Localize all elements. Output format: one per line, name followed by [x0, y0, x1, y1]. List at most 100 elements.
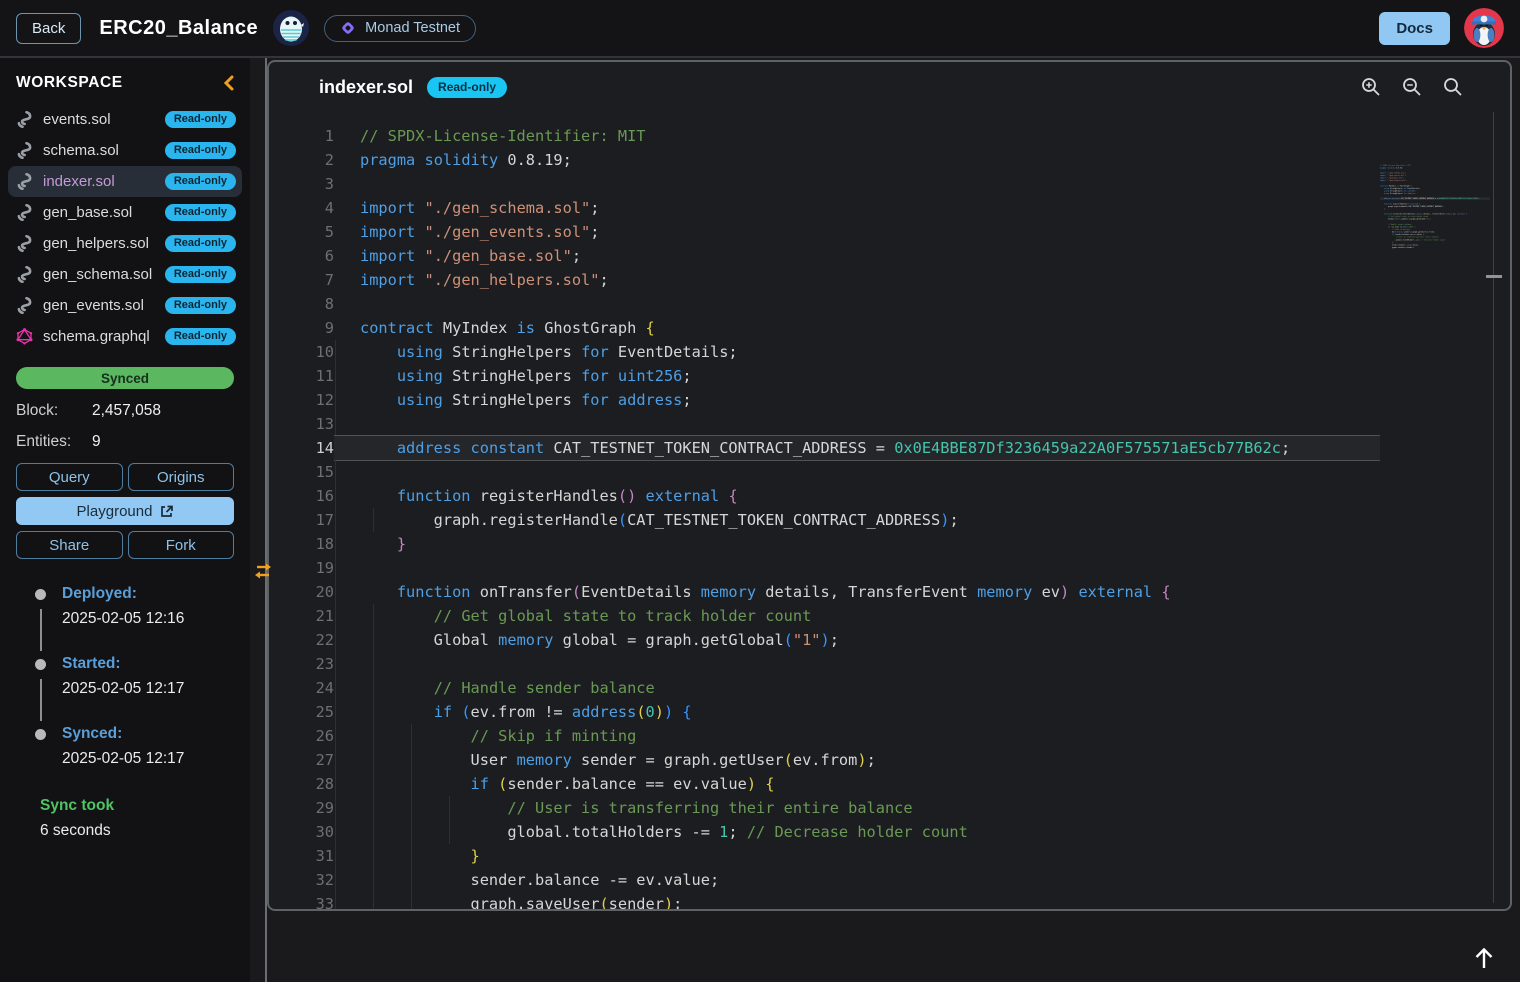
code-line: 7import "./gen_helpers.sol";: [269, 268, 1510, 292]
line-number: 2: [269, 148, 334, 172]
code-line: 20 function onTransfer(EventDetails memo…: [269, 580, 1510, 604]
line-content: pragma solidity 0.8.19;: [334, 148, 1380, 172]
line-content: graph.registerHandle(CAT_TESTNET_TOKEN_C…: [334, 508, 1380, 532]
line-content: Global memory global = graph.getGlobal("…: [334, 628, 1380, 652]
zoom-out-icon[interactable]: [1401, 76, 1423, 98]
zoom-in-icon[interactable]: [1360, 76, 1382, 98]
line-content: [334, 412, 1380, 436]
main-area: indexer.sol Read-only: [267, 58, 1520, 982]
line-content: // User is transferring their entire bal…: [334, 796, 1380, 820]
fork-button[interactable]: Fork: [128, 531, 235, 559]
sidebar-item-events-sol[interactable]: events.solRead-only: [8, 104, 242, 135]
line-content: User memory sender = graph.getUser(ev.fr…: [334, 748, 1380, 772]
sidebar-item-schema-sol[interactable]: schema.solRead-only: [8, 135, 242, 166]
status-badge: Synced: [16, 367, 234, 389]
page-title: ERC20_Balance: [99, 17, 258, 40]
arrow-up-icon: [1472, 945, 1496, 971]
editor-panel: indexer.sol Read-only: [267, 60, 1512, 911]
code-line: 9contract MyIndex is GhostGraph {: [269, 316, 1510, 340]
file-name: gen_schema.sol: [43, 266, 152, 283]
editor-toolbar: [1360, 76, 1464, 98]
network-label: Monad Testnet: [365, 20, 460, 36]
line-number: 15: [269, 460, 334, 484]
monad-icon: [340, 20, 356, 36]
code-line: 11 using StringHelpers for uint256;: [269, 364, 1510, 388]
code-line: 6import "./gen_base.sol";: [269, 244, 1510, 268]
timeline-item: Deployed:2025-02-05 12:16: [32, 585, 242, 631]
sidebar-item-indexer-sol[interactable]: indexer.solRead-only: [8, 166, 242, 197]
query-button[interactable]: Query: [16, 463, 123, 491]
file-list: events.solRead-onlyschema.solRead-onlyin…: [8, 104, 242, 352]
code-line: 14 address constant CAT_TESTNET_TOKEN_CO…: [269, 436, 1510, 460]
file-name: gen_helpers.sol: [43, 235, 149, 252]
minimap-line: address constant CAT_TESTNET_TOKEN_CONTR…: [1380, 197, 1490, 200]
read-only-badge: Read-only: [165, 266, 236, 284]
code-line: 16 function registerHandles() external {: [269, 484, 1510, 508]
code-line: 5import "./gen_events.sol";: [269, 220, 1510, 244]
line-content: import "./gen_base.sol";: [334, 244, 1380, 268]
read-only-badge: Read-only: [165, 142, 236, 160]
penguin-avatar[interactable]: [1464, 8, 1504, 48]
playground-label: Playground: [77, 503, 153, 520]
entities-label: Entities:: [16, 433, 92, 451]
chevron-left-icon[interactable]: [222, 75, 236, 91]
line-number: 32: [269, 868, 334, 892]
app: Back ERC20_Balance Monad Testnet Docs: [0, 0, 1520, 982]
entities-row: Entities: 9: [8, 433, 242, 451]
solidity-icon: [16, 173, 34, 190]
line-content: import "./gen_helpers.sol";: [334, 268, 1380, 292]
line-content: using StringHelpers for address;: [334, 388, 1380, 412]
code-lines: 1// SPDX-License-Identifier: MIT2pragma …: [269, 124, 1510, 909]
sync-took: Sync took 6 seconds: [40, 797, 242, 840]
sidebar-item-gen_base-sol[interactable]: gen_base.solRead-only: [8, 197, 242, 228]
line-content: [334, 172, 1380, 196]
scrollbar-track: [1493, 112, 1494, 903]
line-number: 8: [269, 292, 334, 316]
line-number: 4: [269, 196, 334, 220]
line-number: 3: [269, 172, 334, 196]
file-name: indexer.sol: [43, 173, 115, 190]
resize-arrows-icon[interactable]: [250, 560, 276, 582]
scroll-to-top-button[interactable]: [1470, 944, 1498, 972]
playground-button[interactable]: Playground: [16, 497, 234, 525]
read-only-badge: Read-only: [165, 328, 236, 346]
solidity-icon: [16, 204, 34, 221]
code-line: 22 Global memory global = graph.getGloba…: [269, 628, 1510, 652]
docs-button[interactable]: Docs: [1379, 12, 1450, 45]
workspace-sidebar: WORKSPACE events.solRead-onlyschema.solR…: [0, 58, 250, 982]
code-line: 24 // Handle sender balance: [269, 676, 1510, 700]
sidebar-item-gen_events-sol[interactable]: gen_events.solRead-only: [8, 290, 242, 321]
code-editor[interactable]: 1// SPDX-License-Identifier: MIT2pragma …: [269, 112, 1510, 909]
file-name: events.sol: [43, 111, 111, 128]
network-badge[interactable]: Monad Testnet: [324, 15, 476, 42]
line-number: 22: [269, 628, 334, 652]
back-button[interactable]: Back: [16, 13, 81, 44]
line-content: }: [334, 532, 1380, 556]
timeline-time: 2025-02-05 12:17: [62, 750, 242, 768]
share-button[interactable]: Share: [16, 531, 123, 559]
code-line: 4import "./gen_schema.sol";: [269, 196, 1510, 220]
code-line: 30 global.totalHolders -= 1; // Decrease…: [269, 820, 1510, 844]
code-line: 32 sender.balance -= ev.value;: [269, 868, 1510, 892]
line-content: if (sender.balance == ev.value) {: [334, 772, 1380, 796]
line-content: [334, 556, 1380, 580]
search-icon[interactable]: [1442, 76, 1464, 98]
line-content: [334, 292, 1380, 316]
graphql-icon: [16, 328, 34, 345]
minimap[interactable]: // SPDX-License-Identifier: MITpragma so…: [1380, 164, 1490, 314]
line-content: using StringHelpers for uint256;: [334, 364, 1380, 388]
read-only-badge: Read-only: [165, 204, 236, 222]
line-number: 23: [269, 652, 334, 676]
scrollbar-thumb[interactable]: [1486, 275, 1502, 278]
timeline-label: Synced:: [62, 725, 242, 743]
line-content: sender.balance -= ev.value;: [334, 868, 1380, 892]
code-line: 12 using StringHelpers for address;: [269, 388, 1510, 412]
entities-value: 9: [92, 433, 101, 451]
solidity-icon: [16, 142, 34, 159]
origins-button[interactable]: Origins: [128, 463, 235, 491]
sidebar-item-schema-graphql[interactable]: schema.graphqlRead-only: [8, 321, 242, 352]
code-line: 21 // Get global state to track holder c…: [269, 604, 1510, 628]
sidebar-item-gen_helpers-sol[interactable]: gen_helpers.solRead-only: [8, 228, 242, 259]
deploy-timeline: Deployed:2025-02-05 12:16Started:2025-02…: [32, 585, 242, 771]
sidebar-item-gen_schema-sol[interactable]: gen_schema.sol Read-only: [8, 259, 242, 290]
